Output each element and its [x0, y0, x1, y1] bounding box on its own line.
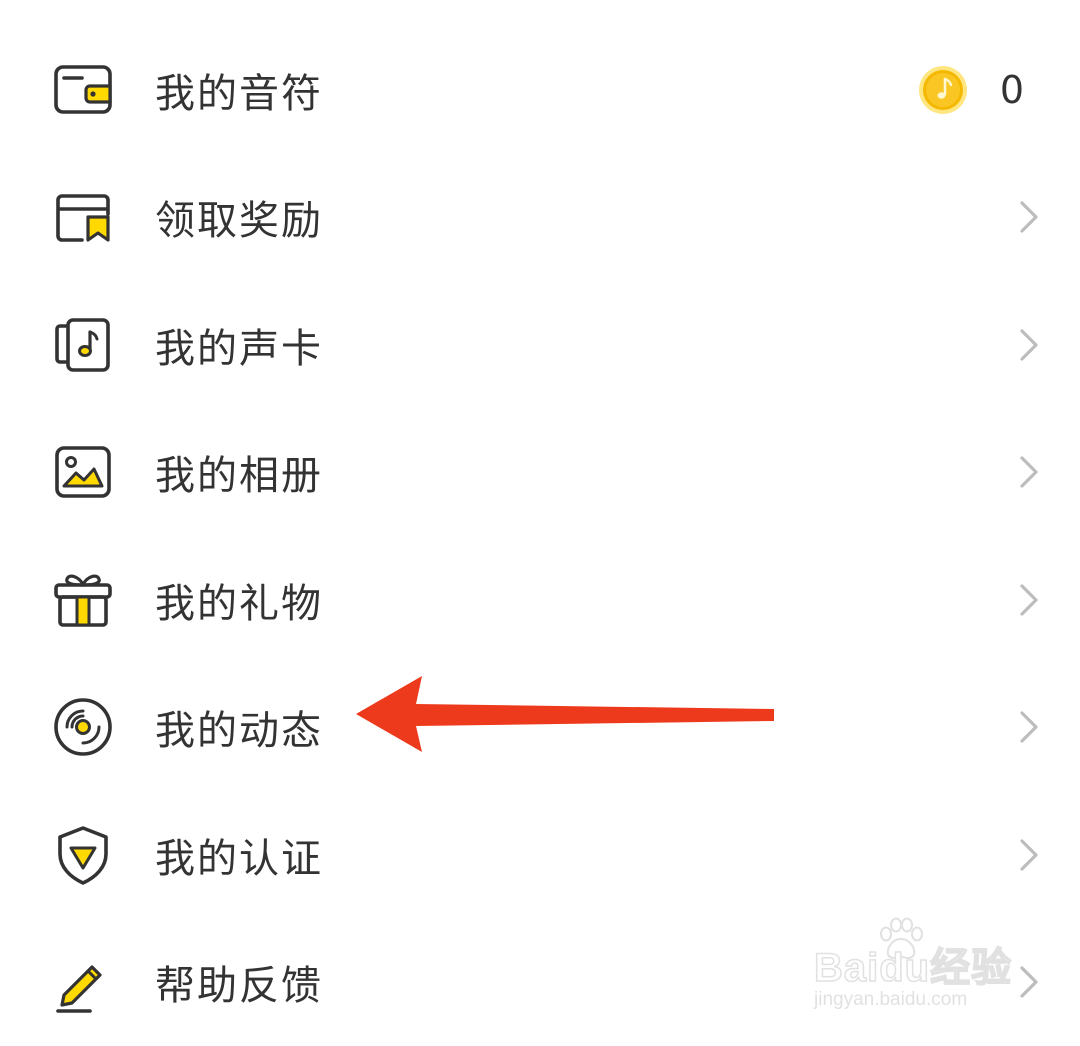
menu-item-rewards[interactable]: 领取奖励 — [0, 154, 1080, 282]
chevron-right-icon — [1018, 455, 1040, 489]
menu-item-verification[interactable]: 我的认证 — [0, 791, 1080, 919]
menu-item-label: 我的音符 — [155, 61, 323, 119]
photo-album-icon — [50, 439, 116, 505]
reward-bookmark-icon — [50, 184, 116, 250]
chevron-right-icon — [1018, 200, 1040, 234]
chevron-right-icon — [1018, 583, 1040, 617]
chevron-right-icon — [1018, 838, 1040, 872]
menu-item-label: 我的声卡 — [155, 316, 323, 374]
music-note-coin-icon — [918, 65, 968, 115]
verified-shield-icon — [50, 822, 116, 888]
menu-item-label: 我的礼物 — [155, 571, 323, 629]
voice-card-icon — [50, 312, 116, 378]
watermark-url: jingyan.baidu.com — [814, 989, 967, 1011]
chevron-right-icon — [1018, 328, 1040, 362]
menu-item-label: 我的动态 — [155, 698, 323, 756]
red-arrow-pointer — [356, 676, 776, 754]
menu-item-label: 我的认证 — [155, 826, 323, 884]
menu-item-gifts[interactable]: 我的礼物 — [0, 536, 1080, 664]
menu-item-voice-card[interactable]: 我的声卡 — [0, 281, 1080, 409]
chevron-right-icon — [1018, 710, 1040, 744]
menu-list: 我的音符 0 领取奖励 — [0, 26, 1080, 1046]
menu-item-label: 领取奖励 — [155, 188, 323, 246]
pencil-feedback-icon — [50, 949, 116, 1015]
watermark-brand: Baidu经验 — [814, 935, 1012, 993]
menu-item-label: 帮助反馈 — [155, 953, 323, 1011]
menu-item-notes[interactable]: 我的音符 0 — [0, 26, 1080, 154]
wallet-icon — [50, 57, 116, 123]
vinyl-record-icon — [50, 694, 116, 760]
watermark: Baidu经验 jingyan.baidu.com — [814, 917, 1024, 1012]
coin-balance: 0 — [918, 65, 1024, 115]
gift-icon — [50, 567, 116, 633]
coin-count: 0 — [1000, 68, 1024, 112]
menu-item-label: 我的相册 — [155, 443, 323, 501]
menu-item-album[interactable]: 我的相册 — [0, 409, 1080, 537]
